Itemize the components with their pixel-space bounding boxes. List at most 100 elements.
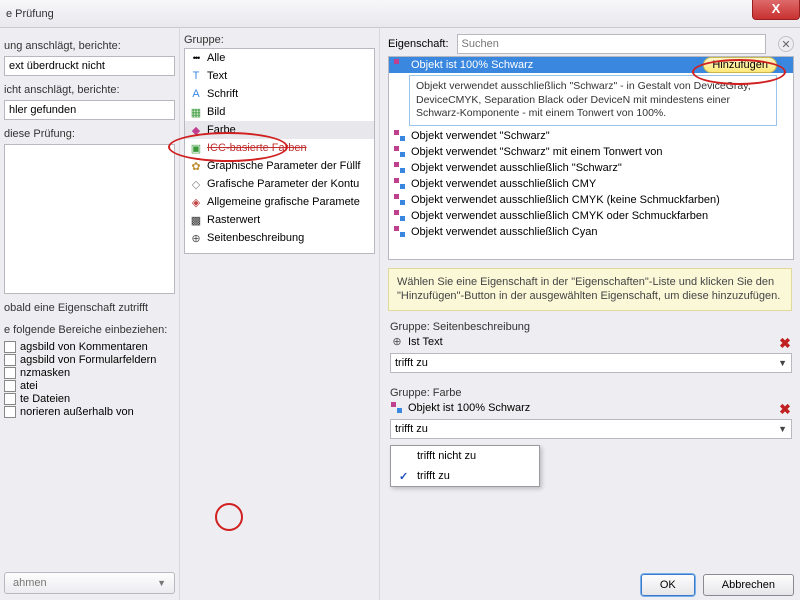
checkbox-label: atei	[20, 380, 38, 392]
checkbox-label: agsbild von Formularfeldern	[20, 354, 156, 366]
dropdown-option-nichtzu[interactable]: trifft nicht zu	[391, 446, 539, 466]
property-icon	[393, 161, 407, 175]
group-item-label: Text	[207, 70, 227, 82]
group-item-label: Farbe	[207, 124, 236, 136]
text-icon	[189, 69, 203, 83]
group-item-agp[interactable]: Allgemeine grafische Paramete	[185, 193, 374, 211]
property-row[interactable]: Objekt verwendet ausschließlich Cyan	[389, 224, 793, 240]
cond1-object: Ist Text	[408, 336, 443, 348]
close-button[interactable]: X	[752, 0, 800, 20]
group-label: Gruppe:	[184, 34, 375, 46]
checkbox-icon	[4, 380, 16, 392]
cond2-dropdown[interactable]: trifft nicht zu trifft zu	[390, 445, 540, 487]
property-row-label: Objekt verwendet "Schwarz" mit einem Ton…	[411, 146, 663, 158]
cond2-select[interactable]: trifft zu▼	[390, 419, 792, 439]
group-item-alle[interactable]: Alle	[185, 49, 374, 67]
schrift-icon	[189, 87, 203, 101]
group-item-raster[interactable]: Rasterwert	[185, 211, 374, 229]
condition-group-2: Gruppe: Farbe Objekt ist 100% Schwarz tr…	[390, 387, 792, 439]
property-row[interactable]: Objekt verwendet ausschließlich CMYK ode…	[389, 208, 793, 224]
cancel-button[interactable]: Abbrechen	[703, 574, 794, 596]
property-list[interactable]: Objekt ist 100% Schwarz Hinzufügen Objek…	[388, 56, 794, 260]
property-row[interactable]: Objekt verwendet ausschließlich CMYK (ke…	[389, 192, 793, 208]
condition-group-1: Gruppe: Seitenbeschreibung Ist Text trif…	[390, 321, 792, 373]
property-label: Eigenschaft:	[388, 38, 449, 50]
property-icon	[393, 193, 407, 207]
group-item-label: Grafische Parameter der Kontu	[207, 178, 359, 190]
cond1-delete-icon[interactable]: ✖	[776, 335, 794, 353]
dialog-footer: OK Abbrechen	[641, 574, 794, 596]
farbe-icon	[390, 401, 404, 415]
checkbox-icon	[4, 406, 16, 418]
group-item-label: Allgemeine grafische Paramete	[207, 196, 360, 208]
property-icon	[393, 209, 407, 223]
property-row-label: Objekt verwendet ausschließlich CMY	[411, 178, 596, 190]
property-row[interactable]: Objekt verwendet ausschließlich CMY	[389, 176, 793, 192]
property-icon	[393, 225, 407, 239]
property-row-label: Objekt verwendet "Schwarz"	[411, 130, 550, 142]
checkbox-label: agsbild von Kommentaren	[20, 341, 148, 353]
checkbox-label: te Dateien	[20, 393, 70, 405]
group-item-icc[interactable]: ICC-basierte Farben	[185, 139, 374, 157]
property-row-label: Objekt verwendet ausschließlich "Schwarz…	[411, 162, 622, 174]
group-list[interactable]: Alle Text Schrift Bild Farbe ICC-basierte Far…	[184, 48, 375, 254]
label-sobald: obald eine Eigenschaft zutrifft	[4, 302, 175, 314]
left-checkbox[interactable]: atei	[4, 380, 175, 392]
checkbox-label: norieren außerhalb von	[20, 406, 134, 418]
label-bereiche: e folgende Bereiche einbeziehen:	[4, 324, 175, 336]
group-item-label: Seitenbeschreibung	[207, 232, 304, 244]
group-item-label: Graphische Parameter der Füllf	[207, 160, 360, 172]
checkbox-label: nzmasken	[20, 367, 70, 379]
cond1-group-label: Gruppe: Seitenbeschreibung	[390, 321, 792, 333]
group-item-farbe[interactable]: Farbe	[185, 121, 374, 139]
group-item-label: Alle	[207, 52, 225, 64]
group-item-text[interactable]: Text	[185, 67, 374, 85]
bild-icon	[189, 105, 203, 119]
left-checkbox[interactable]: agsbild von Kommentaren	[4, 341, 175, 353]
cond1-select[interactable]: trifft zu▼	[390, 353, 792, 373]
left-checkbox[interactable]: te Dateien	[4, 393, 175, 405]
group-item-seite[interactable]: Seitenbeschreibung	[185, 229, 374, 247]
seite-icon	[390, 335, 404, 349]
group-item-label: Schrift	[207, 88, 238, 100]
group-item-gp[interactable]: Graphische Parameter der Füllf	[185, 157, 374, 175]
hint-box: Wählen Sie eine Eigenschaft in der "Eige…	[388, 268, 792, 311]
input-nicht[interactable]	[4, 100, 175, 120]
group-item-gk[interactable]: Grafische Parameter der Kontu	[185, 175, 374, 193]
left-panel: ung anschlägt, berichte: icht anschlägt,…	[0, 28, 180, 600]
property-row-label: Objekt verwendet ausschließlich Cyan	[411, 226, 597, 238]
group-item-label: ICC-basierte Farben	[207, 142, 307, 154]
add-button[interactable]: Hinzufügen	[703, 57, 777, 73]
property-description: Objekt verwendet ausschließlich "Schwarz…	[409, 75, 777, 126]
group-item-schrift[interactable]: Schrift	[185, 85, 374, 103]
titlebar: e Prüfung X	[0, 0, 800, 28]
checkbox-icon	[4, 367, 16, 379]
cond2-delete-icon[interactable]: ✖	[776, 401, 794, 419]
ok-button[interactable]: OK	[641, 574, 695, 596]
property-row-label: Objekt verwendet ausschließlich CMYK ode…	[411, 210, 708, 222]
property-icon	[393, 129, 407, 143]
clear-search-icon[interactable]: ✕	[778, 36, 794, 52]
property-row-label: Objekt verwendet ausschließlich CMYK (ke…	[411, 194, 720, 206]
farbe-icon	[189, 123, 203, 137]
left-checkbox[interactable]: nzmasken	[4, 367, 175, 379]
group-item-bild[interactable]: Bild	[185, 103, 374, 121]
label-anschlaegt: ung anschlägt, berichte:	[4, 40, 175, 52]
textarea-diese[interactable]	[4, 144, 175, 294]
property-row[interactable]: Objekt verwendet "Schwarz" mit einem Ton…	[389, 144, 793, 160]
window-title: e Prüfung	[6, 8, 54, 20]
property-row[interactable]: Objekt verwendet "Schwarz"	[389, 128, 793, 144]
group-item-label: Bild	[207, 106, 225, 118]
property-icon	[393, 145, 407, 159]
gk-icon	[189, 177, 203, 191]
dropdown-option-zu[interactable]: trifft zu	[391, 466, 539, 486]
gp-icon	[189, 159, 203, 173]
search-input[interactable]	[457, 34, 766, 54]
checkbox-icon	[4, 393, 16, 405]
property-row[interactable]: Objekt verwendet ausschließlich "Schwarz…	[389, 160, 793, 176]
input-anschlaegt[interactable]	[4, 56, 175, 76]
rahmen-button[interactable]: ahmen▼	[4, 572, 175, 594]
group-item-label: Rasterwert	[207, 214, 260, 226]
left-checkbox[interactable]: agsbild von Formularfeldern	[4, 354, 175, 366]
left-checkbox[interactable]: norieren außerhalb von	[4, 406, 175, 418]
